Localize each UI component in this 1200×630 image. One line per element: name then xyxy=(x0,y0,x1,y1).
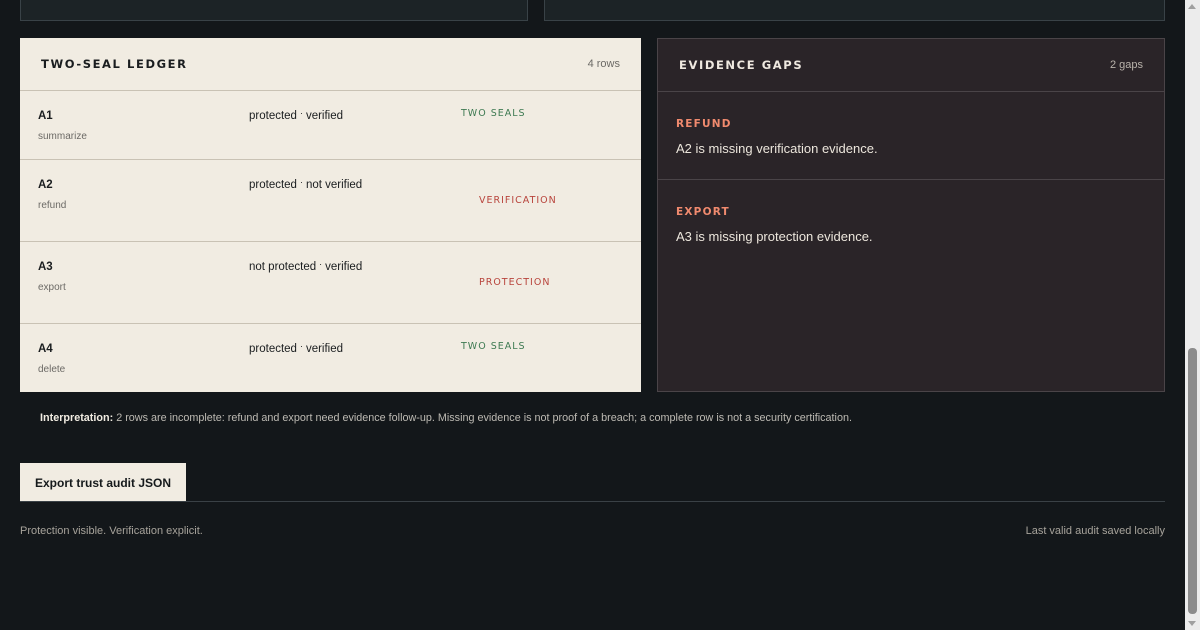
two-seal-ledger: TWO-SEAL LEDGER 4 rows A1 summarize prot… xyxy=(20,38,641,392)
row-action: delete xyxy=(38,364,66,375)
gap-item-refund: REFUND A2 is missing verification eviden… xyxy=(658,92,1164,180)
interpretation-label: Interpretation: xyxy=(40,412,114,424)
footer-save-status: Last valid audit saved locally xyxy=(1025,525,1165,537)
seal-badge: TWO SEALS xyxy=(461,341,526,352)
page-scrollbar[interactable] xyxy=(1185,0,1200,630)
ledger-row-a2: A2 refund protected · not verified VERIFIC… xyxy=(20,160,641,242)
row-action: summarize xyxy=(38,131,87,142)
gap-description: A2 is missing verification evidence. xyxy=(676,141,878,156)
row-id: A1 xyxy=(38,110,53,122)
interpretation-text: 2 rows are incomplete: refund and export… xyxy=(116,412,852,424)
row-status: protected · not verified xyxy=(249,177,363,191)
ledger-header: TWO-SEAL LEDGER 4 rows xyxy=(20,38,641,91)
gap-name: EXPORT xyxy=(676,206,730,218)
scrollbar-thumb[interactable] xyxy=(1188,348,1197,614)
ledger-row-a3: A3 export not protected · verified PROTECT… xyxy=(20,242,641,324)
previous-panel-left xyxy=(20,0,528,21)
evidence-gaps-panel: EVIDENCE GAPS 2 gaps REFUND A2 is missin… xyxy=(657,38,1165,392)
ledger-title: TWO-SEAL LEDGER xyxy=(41,57,188,71)
previous-panel-right xyxy=(544,0,1165,21)
gap-description: A3 is missing protection evidence. xyxy=(676,229,873,244)
row-status: not protected · verified xyxy=(249,259,363,273)
row-status: protected · verified xyxy=(249,341,344,355)
gap-item-export: EXPORT A3 is missing protection evidence… xyxy=(658,180,1164,268)
interpretation-note: Interpretation: 2 rows are incomplete: r… xyxy=(40,412,852,424)
gaps-header: EVIDENCE GAPS 2 gaps xyxy=(658,39,1164,92)
row-id: A4 xyxy=(38,343,53,355)
gaps-title: EVIDENCE GAPS xyxy=(679,58,804,72)
row-status: protected · verified xyxy=(249,108,344,122)
ledger-row-a1: A1 summarize protected · verified TWO SEAL… xyxy=(20,91,641,160)
scroll-up-arrow-icon[interactable] xyxy=(1188,4,1196,9)
row-id: A3 xyxy=(38,261,53,273)
gap-badge: PROTECTION xyxy=(479,277,551,288)
export-audit-button[interactable]: Export trust audit JSON xyxy=(20,463,186,502)
row-action: export xyxy=(38,282,66,293)
ledger-row-a4: A4 delete protected · verified TWO SEALS xyxy=(20,324,641,392)
gaps-count: 2 gaps xyxy=(1109,59,1143,71)
gap-name: REFUND xyxy=(676,118,732,130)
footer-divider xyxy=(20,501,1165,502)
footer-tagline: Protection visible. Verification explici… xyxy=(20,525,203,537)
ledger-row-count: 4 rows xyxy=(587,58,620,70)
gap-badge: VERIFICATION xyxy=(479,195,557,206)
row-action: refund xyxy=(38,200,67,211)
scroll-down-arrow-icon[interactable] xyxy=(1188,621,1196,626)
seal-badge: TWO SEALS xyxy=(461,108,526,119)
row-id: A2 xyxy=(38,179,53,191)
